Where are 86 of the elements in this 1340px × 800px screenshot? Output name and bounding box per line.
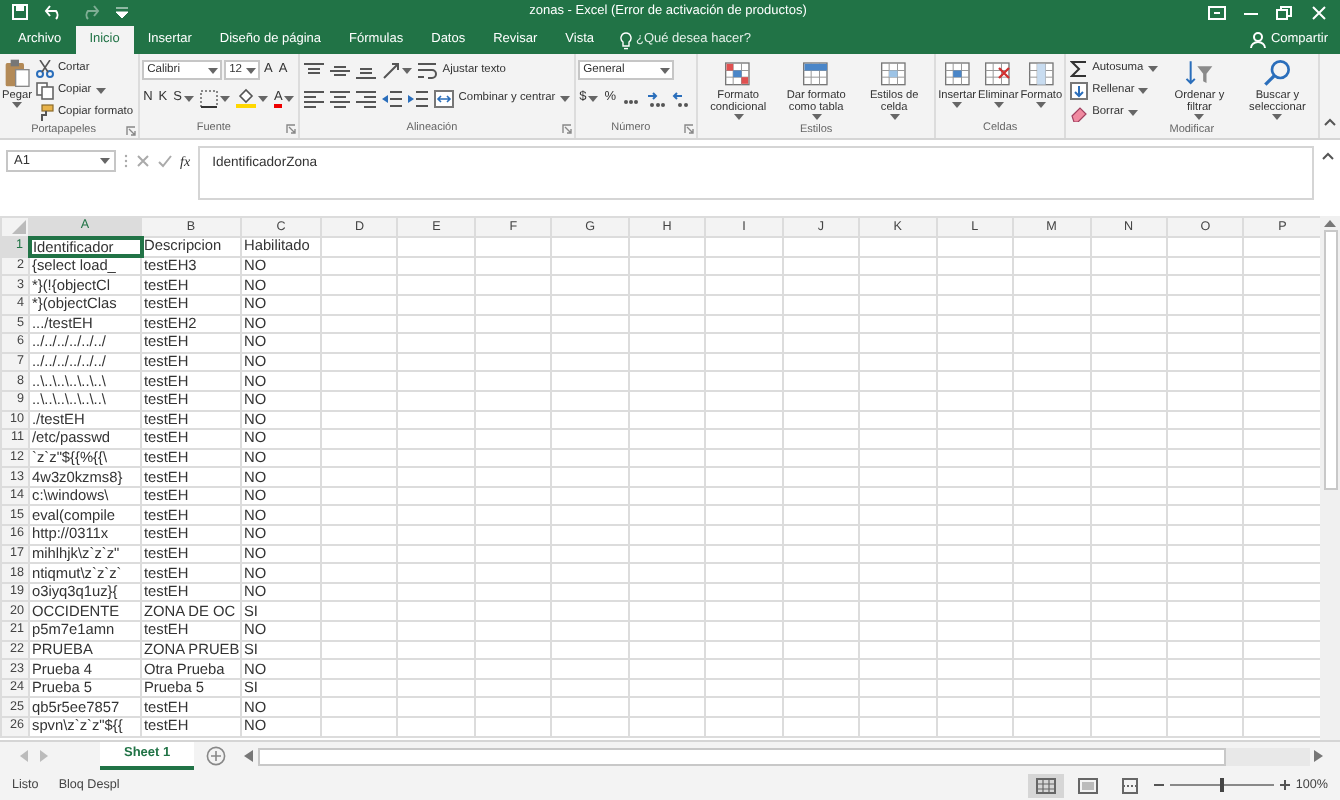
slider-thumb[interactable] — [1219, 778, 1224, 792]
increase-decimal-icon — [646, 89, 667, 107]
caret-icon — [246, 67, 257, 73]
toolbar-button[interactable] — [380, 88, 405, 108]
caret-icon — [183, 95, 194, 101]
caret-icon — [659, 67, 670, 73]
caret-icon — [1036, 102, 1047, 109]
scroll-left-icon[interactable] — [244, 750, 254, 762]
search-icon — [1262, 58, 1293, 88]
toolbar-button[interactable] — [644, 88, 669, 108]
caret-icon — [993, 102, 1004, 109]
close-icon[interactable] — [1310, 5, 1328, 19]
lightbulb-icon — [620, 31, 632, 49]
caret-icon — [1127, 109, 1138, 115]
caret-icon — [889, 114, 900, 121]
merge-cells-icon — [434, 89, 455, 107]
caret-icon — [95, 87, 106, 93]
caret-icon — [207, 67, 218, 73]
caret-icon — [952, 102, 963, 109]
decrease-indent-icon — [382, 89, 403, 107]
caret-icon — [588, 95, 599, 101]
caret-icon — [559, 95, 570, 101]
borders-icon — [199, 89, 218, 107]
scrollbar-thumb[interactable] — [1323, 230, 1337, 490]
page-layout-icon — [1077, 777, 1098, 793]
scrollbar-thumb[interactable] — [258, 747, 1226, 765]
normal-view-icon — [1035, 777, 1056, 793]
toolbar-button[interactable] — [302, 60, 327, 80]
person-icon — [1250, 32, 1267, 48]
zoom-in-button[interactable] — [1279, 780, 1290, 790]
dialog-launcher-icon[interactable] — [125, 125, 136, 136]
eraser-icon — [1070, 103, 1089, 121]
dialog-launcher-icon[interactable] — [286, 124, 297, 134]
align-top-icon — [304, 61, 325, 79]
toolbar-button[interactable] — [197, 88, 232, 108]
caret-icon — [402, 67, 413, 73]
caret-icon — [11, 102, 22, 109]
align-center-icon — [330, 89, 351, 107]
caret-icon — [100, 158, 110, 164]
sort-filter-icon — [1184, 58, 1215, 88]
scissors-icon — [35, 59, 54, 77]
zoom-out-button[interactable] — [1153, 780, 1164, 790]
save-icon[interactable] — [12, 4, 28, 20]
toolbar-button[interactable] — [328, 88, 353, 108]
redo-icon — [80, 4, 100, 20]
toolbar-button[interactable] — [302, 88, 327, 108]
increase-indent-icon — [408, 89, 429, 107]
toolbar-button[interactable] — [354, 88, 379, 108]
align-right-icon — [356, 89, 377, 107]
caret-icon — [1194, 114, 1205, 121]
toolbar-button[interactable] — [380, 60, 415, 80]
caret-icon — [284, 95, 295, 101]
collapse-icon[interactable] — [1322, 152, 1334, 160]
caret-icon — [811, 114, 822, 121]
brush-icon — [35, 103, 54, 121]
fill-bucket-icon — [235, 88, 256, 108]
caret-icon — [1138, 87, 1149, 93]
fill-down-icon — [1070, 81, 1089, 99]
toolbar-button[interactable] — [406, 88, 431, 108]
view-button[interactable] — [1027, 773, 1064, 797]
sigma-icon — [1070, 59, 1089, 77]
dialog-launcher-icon[interactable] — [684, 124, 695, 134]
scroll-right-icon[interactable] — [1314, 750, 1324, 762]
caret-icon — [733, 114, 744, 121]
restore-icon[interactable] — [1276, 5, 1294, 19]
minus-icon — [1153, 780, 1164, 790]
caret-icon — [257, 95, 268, 101]
ribbon-display-icon[interactable] — [1208, 5, 1226, 19]
wrap-text-icon — [418, 61, 439, 79]
collapse-icon[interactable] — [1324, 117, 1336, 126]
align-middle-icon — [330, 61, 351, 79]
decrease-decimal-icon — [672, 89, 693, 107]
customize-icon[interactable] — [116, 6, 128, 18]
dialog-launcher-icon[interactable] — [561, 124, 572, 134]
caret-icon — [1147, 65, 1158, 71]
toolbar-button[interactable] — [233, 88, 270, 108]
toolbar-button[interactable] — [328, 60, 353, 80]
plus-icon — [1279, 780, 1290, 790]
align-left-icon — [304, 89, 325, 107]
caret-icon — [219, 95, 230, 101]
add-sheet-icon[interactable] — [206, 746, 227, 766]
copy-icon — [35, 81, 54, 99]
undo-icon[interactable] — [44, 4, 64, 20]
caret-icon — [1272, 114, 1283, 121]
diagonal-arrow-icon — [382, 61, 401, 79]
page-break-icon — [1119, 777, 1140, 793]
